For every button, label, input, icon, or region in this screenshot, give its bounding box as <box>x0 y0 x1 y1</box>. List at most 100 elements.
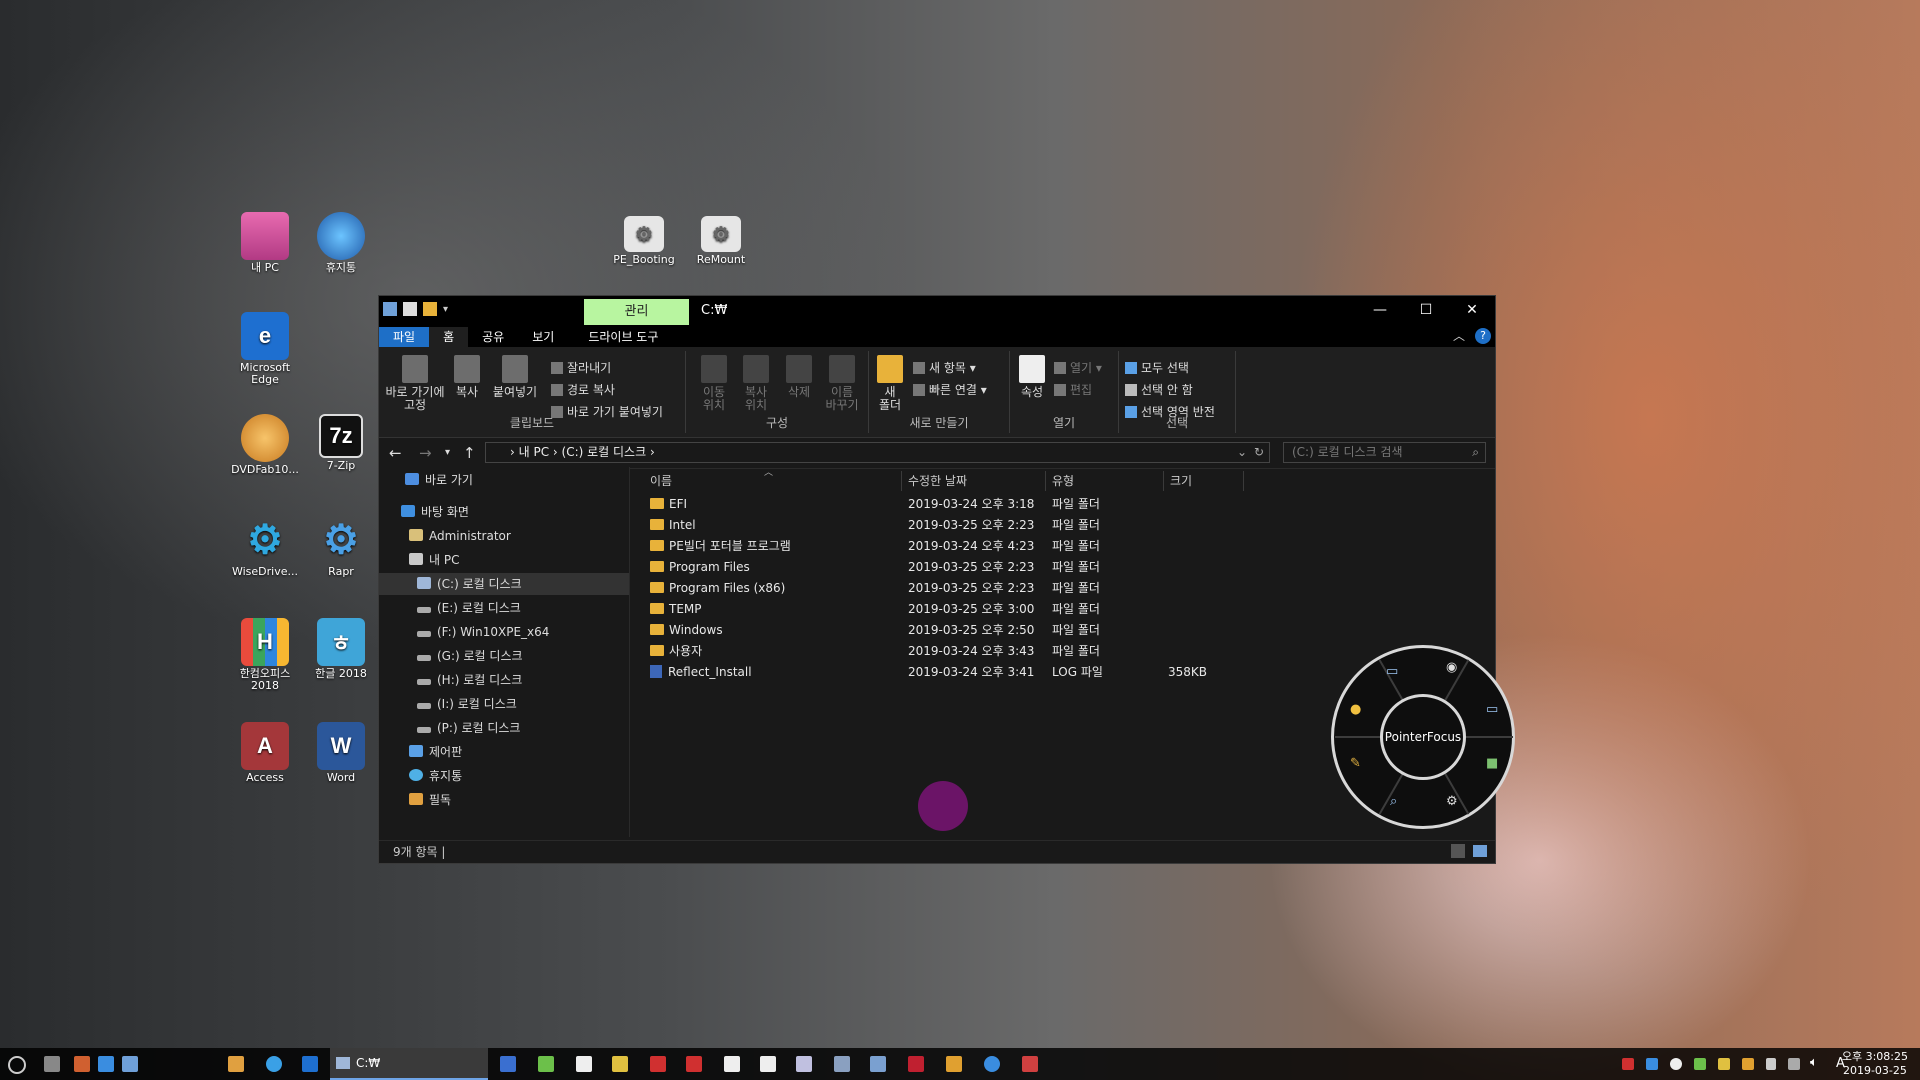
nav-item-drive-g[interactable]: (G:) 로컬 디스크 <box>417 645 523 667</box>
app-icon[interactable] <box>1022 1056 1038 1072</box>
large-icons-view-icon[interactable] <box>1473 845 1487 857</box>
search-input[interactable]: (C:) 로컬 디스크 검색 ⌕ <box>1283 442 1486 463</box>
qat-dropdown-icon[interactable]: ▾ <box>443 304 448 315</box>
edge-icon[interactable] <box>302 1056 318 1072</box>
copy-path-button[interactable]: 경로 복사 <box>551 381 615 398</box>
store-icon[interactable] <box>228 1056 244 1072</box>
up-arrow-icon[interactable]: ↑ <box>463 444 476 462</box>
app-icon[interactable] <box>686 1056 702 1072</box>
title-bar[interactable]: ▾ 관리 C:₩ — ☐ ✕ <box>379 296 1495 325</box>
nav-item-drive-p[interactable]: (P:) 로컬 디스크 <box>417 717 520 739</box>
nav-item-control-panel[interactable]: 제어판 <box>409 741 462 763</box>
nav-item-desktop[interactable]: 바탕 화면 <box>401 501 469 523</box>
copy-to-button[interactable]: 복사 위치 <box>738 355 774 412</box>
tray-app-icon[interactable] <box>1622 1058 1634 1070</box>
app-icon[interactable] <box>796 1056 812 1072</box>
app-icon[interactable] <box>908 1056 924 1072</box>
desktop-icon-pe-booting[interactable]: ⚙ PE_Booting <box>606 216 682 266</box>
nav-item-recycle-bin[interactable]: 휴지통 <box>409 765 462 787</box>
minimize-button[interactable]: — <box>1357 296 1403 325</box>
app-icon[interactable] <box>500 1056 516 1072</box>
properties-check-icon[interactable] <box>403 302 417 316</box>
tab-drive-tools[interactable]: 드라이브 도구 <box>568 327 672 347</box>
properties-button[interactable]: 속성 <box>1016 355 1048 399</box>
help-icon[interactable]: ? <box>1475 327 1491 344</box>
tray-app-icon[interactable] <box>1646 1058 1658 1070</box>
screen-icon[interactable]: ▭ <box>1486 702 1498 717</box>
tab-share[interactable]: 공유 <box>468 327 518 347</box>
pin-quick-access-button[interactable]: 바로 가기에 고정 <box>383 355 447 412</box>
settings-icon[interactable]: ⚙ <box>1446 794 1458 809</box>
column-header-type[interactable]: 유형 <box>1046 471 1164 491</box>
nav-item-this-pc[interactable]: 내 PC <box>409 549 459 571</box>
cut-button[interactable]: 잘라내기 <box>551 359 611 376</box>
desktop-icon-my-pc[interactable]: 내 PC <box>227 212 303 274</box>
desktop-icon-edge[interactable]: e Microsoft Edge <box>227 312 303 386</box>
app-icon[interactable] <box>122 1056 138 1072</box>
select-none-button[interactable]: 선택 안 함 <box>1125 381 1193 398</box>
spotlight-icon[interactable]: ◉ <box>1446 660 1457 675</box>
nav-item-drive-h[interactable]: (H:) 로컬 디스크 <box>417 669 522 691</box>
desktop-icon-recycle-bin[interactable]: 휴지통 <box>303 212 379 274</box>
app-icon[interactable] <box>98 1056 114 1072</box>
tray-app-icon[interactable] <box>1742 1058 1754 1070</box>
app-icon[interactable] <box>538 1056 554 1072</box>
app-icon[interactable] <box>870 1056 886 1072</box>
app-icon[interactable] <box>760 1056 776 1072</box>
tab-view[interactable]: 보기 <box>518 327 568 347</box>
column-header-size[interactable]: 크기 <box>1164 471 1244 491</box>
search-icon[interactable]: ⌕ <box>1472 443 1479 462</box>
details-view-icon[interactable] <box>1451 844 1465 858</box>
tab-file[interactable]: 파일 <box>379 327 430 347</box>
address-dropdown-icon[interactable]: ⌄ <box>1237 443 1247 462</box>
volume-icon[interactable]: 🔈︎ <box>1810 1055 1818 1070</box>
desktop-icon-hwp[interactable]: ㅎ 한글 2018 <box>303 618 379 680</box>
app-icon[interactable] <box>576 1056 592 1072</box>
move-to-button[interactable]: 이동 위치 <box>696 355 732 412</box>
desktop-icon-remount[interactable]: ⚙ ReMount <box>683 216 759 266</box>
maximize-button[interactable]: ☐ <box>1403 296 1449 325</box>
desktop-icon-wisedrive[interactable]: ⚙ WiseDrive... <box>227 516 303 578</box>
app-icon[interactable] <box>650 1056 666 1072</box>
nav-item-drive-e[interactable]: (E:) 로컬 디스크 <box>417 597 521 619</box>
new-item-button[interactable]: 새 항목 ▾ <box>913 359 976 376</box>
manage-context-tab[interactable]: 관리 <box>584 299 689 325</box>
nav-item-drive-i[interactable]: (I:) 로컬 디스크 <box>417 693 517 715</box>
easy-access-button[interactable]: 빠른 연결 ▾ <box>913 381 987 398</box>
back-arrow-icon[interactable]: ← <box>389 444 402 462</box>
desktop-icon-rapr[interactable]: ⚙ Rapr <box>303 516 379 578</box>
app-icon[interactable] <box>612 1056 628 1072</box>
desktop-icon-7zip[interactable]: 7z 7-Zip <box>303 414 379 472</box>
desktop-icon-access[interactable]: A Access <box>227 722 303 784</box>
app-icon[interactable] <box>984 1056 1000 1072</box>
column-header-name[interactable]: 이름 ︿ <box>644 468 902 491</box>
copy-button[interactable]: 복사 <box>449 355 485 399</box>
address-input[interactable]: › 내 PC › (C:) 로컬 디스크 › ⌄ ↻ <box>485 442 1270 463</box>
usb-icon[interactable] <box>1766 1058 1776 1070</box>
drive-icon[interactable] <box>383 302 397 316</box>
network-icon[interactable] <box>1788 1058 1800 1070</box>
tray-app-icon[interactable] <box>1718 1058 1730 1070</box>
new-folder-icon[interactable] <box>423 302 437 316</box>
ie-icon[interactable] <box>266 1056 282 1072</box>
delete-button[interactable]: 삭제 <box>782 355 816 399</box>
taskbar-explorer-button[interactable]: C:₩ <box>330 1048 488 1080</box>
select-all-button[interactable]: 모두 선택 <box>1125 359 1189 376</box>
recent-dropdown-icon[interactable]: ▾ <box>445 447 450 458</box>
desktop-icon-hancom-office[interactable]: H 한컴오피스 2018 <box>227 618 303 692</box>
app-icon[interactable] <box>724 1056 740 1072</box>
tray-app-icon[interactable] <box>1670 1058 1682 1070</box>
paste-button[interactable]: 붙여넣기 <box>489 355 541 399</box>
edit-button[interactable]: 편집 <box>1054 381 1092 398</box>
app-icon[interactable] <box>74 1056 90 1072</box>
bulb-icon[interactable]: ● <box>1350 702 1361 717</box>
nav-item-drive-c[interactable]: (C:) 로컬 디스크 <box>379 573 629 595</box>
open-button[interactable]: 열기 ▾ <box>1054 359 1102 376</box>
collapse-ribbon-icon[interactable]: ︿ <box>1453 327 1465 344</box>
rename-button[interactable]: 이름 바꾸기 <box>820 355 864 412</box>
nav-item-quick-access[interactable]: 바로 가기 <box>405 469 473 491</box>
column-header-date[interactable]: 수정한 날짜 <box>902 471 1046 491</box>
pen-icon[interactable]: ✎ <box>1350 756 1361 771</box>
refresh-icon[interactable]: ↻ <box>1254 443 1264 462</box>
nav-item-administrator[interactable]: Administrator <box>409 525 511 547</box>
